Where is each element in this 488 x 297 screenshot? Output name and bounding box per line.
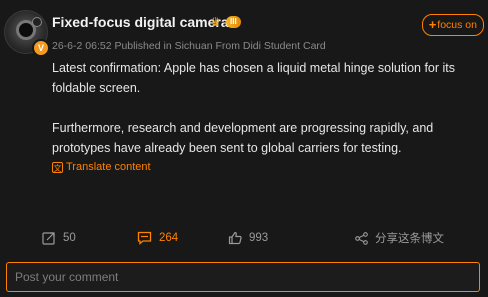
username[interactable]: Fixed-focus digital cameras — [52, 14, 236, 30]
repost-count: 50 — [63, 232, 76, 244]
like-button[interactable]: 993 — [228, 226, 268, 250]
action-bar: 50 264 993 分享这条博文 — [0, 226, 488, 250]
share-icon — [355, 231, 368, 245]
translate-link[interactable]: 文 Translate content — [52, 161, 151, 173]
comment-icon — [137, 231, 152, 245]
share-label: 分享这条博文 — [375, 233, 444, 245]
translate-icon: 文 — [52, 161, 63, 173]
like-icon — [228, 231, 242, 245]
level-badge: ♛ III — [210, 15, 241, 29]
verified-badge: V — [32, 39, 50, 57]
post-paragraph: Latest confirmation: Apple has chosen a … — [52, 61, 456, 95]
follow-button[interactable]: + focus on — [421, 14, 484, 36]
post-meta: 26-6-2 06:52 Published in Sichuan From D… — [52, 40, 326, 52]
post-paragraph: Furthermore, research and development ar… — [52, 121, 434, 155]
comment-count: 264 — [159, 232, 179, 244]
repost-icon — [42, 232, 55, 245]
avatar-camera-flash — [32, 17, 42, 27]
follow-button-label: focus on — [437, 19, 477, 31]
translate-label: Translate content — [66, 161, 151, 173]
level-badge-label: III — [226, 16, 241, 28]
comment-button[interactable]: 264 — [137, 226, 178, 250]
plus-icon: + — [428, 17, 437, 32]
crown-icon: ♛ — [210, 15, 221, 29]
post-content: Latest confirmation: Apple has chosen a … — [52, 58, 472, 158]
weibo-post-card: V Fixed-focus digital cameras ♛ III 26-6… — [0, 0, 488, 297]
repost-button[interactable]: 50 — [42, 226, 76, 250]
share-button[interactable]: 分享这条博文 — [355, 226, 444, 250]
like-count: 993 — [249, 232, 269, 244]
comment-input[interactable] — [6, 262, 480, 292]
